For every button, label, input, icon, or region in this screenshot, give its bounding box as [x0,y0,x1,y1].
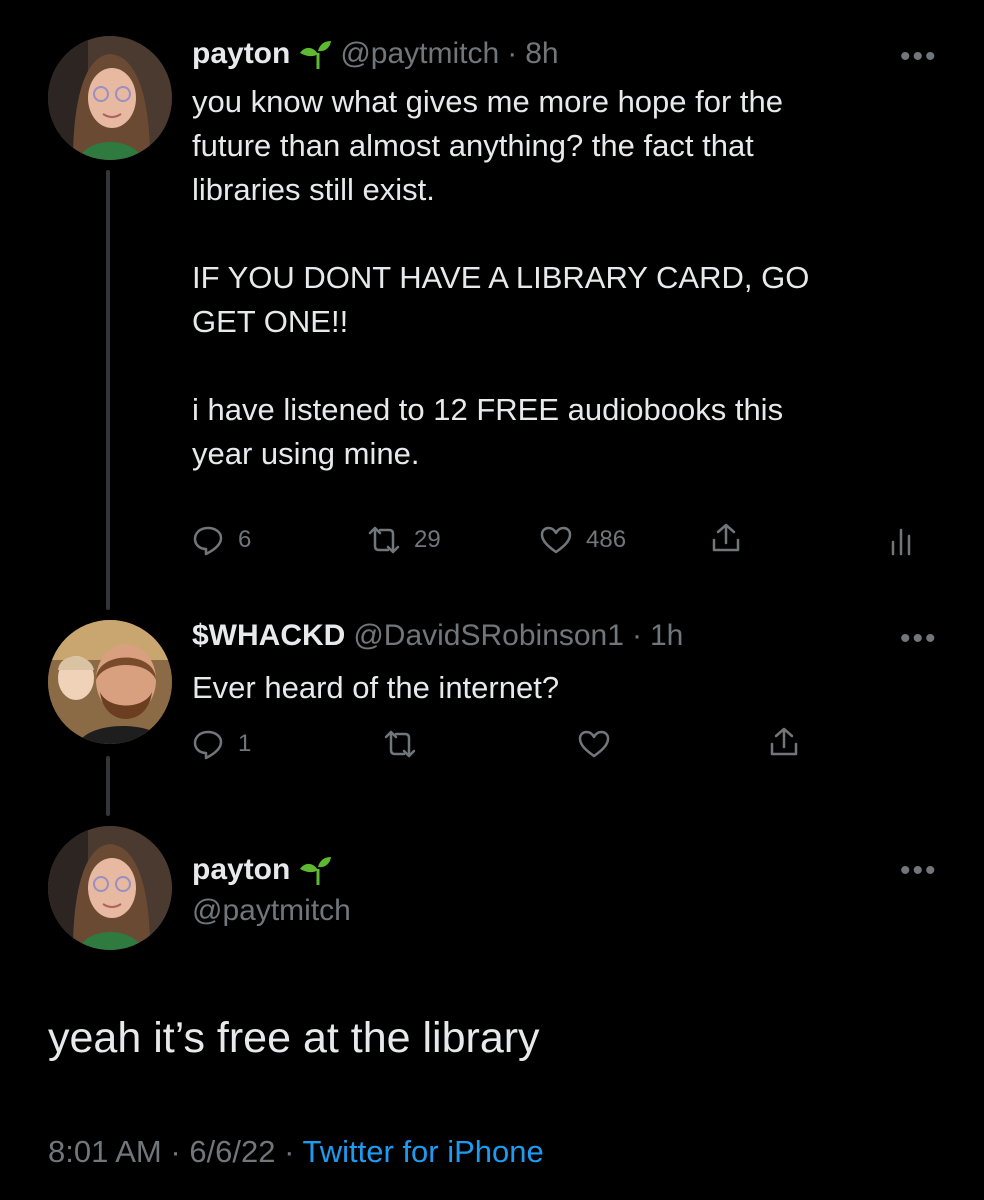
retweet-icon [384,730,416,758]
tweet-text: Ever heard of the internet? [192,670,560,705]
reply-icon [193,730,223,760]
tweet-source-link[interactable]: Twitter for iPhone [303,1134,544,1169]
display-name[interactable]: payton [192,37,290,71]
like-count: 486 [586,526,627,553]
display-name[interactable]: $WHACKD [192,619,345,653]
main-tweet-text: yeah it’s free at the library [48,1014,540,1062]
retweet-button[interactable]: 29 [368,524,441,556]
thread-line [106,756,110,816]
like-button[interactable] [578,728,610,760]
thread-line [106,170,110,610]
tweet-text: you know what gives me more hope for the… [192,84,810,471]
analytics-button[interactable] [888,524,920,556]
share-button[interactable] [710,522,742,554]
tweet-time[interactable]: 8:01 AM [48,1134,162,1169]
tweet-date[interactable]: 6/6/22 [189,1134,275,1169]
more-options-icon[interactable]: ••• [900,624,938,654]
avatar[interactable] [48,826,172,950]
reply-count: 1 [238,730,252,757]
like-button[interactable]: 486 [540,524,626,556]
more-options-icon[interactable]: ••• [900,42,938,72]
seedling-icon [300,41,332,69]
separator: · [631,619,642,652]
heart-icon [540,526,572,554]
user-handle[interactable]: @paytmitch [192,894,351,928]
share-icon [712,523,740,552]
timestamp[interactable]: 8h [525,37,558,71]
user-handle[interactable]: @paytmitch [340,37,499,71]
retweet-count: 29 [414,526,441,553]
share-button[interactable] [768,726,800,758]
reply-icon [193,526,223,556]
heart-icon [578,730,610,758]
analytics-icon [891,528,911,556]
seedling-icon [300,857,332,885]
share-icon [770,727,798,756]
tweet-header: payton @paytmitch · 8h [192,34,559,74]
more-options-icon[interactable]: ••• [900,856,938,886]
tweet-footer: 8:01 AM · 6/6/22 · Twitter for iPhone [48,1134,544,1170]
separator: · [507,37,518,70]
display-name[interactable]: payton [192,853,290,887]
reply-button[interactable]: 1 [192,728,251,760]
separator: · [170,1134,181,1169]
retweet-icon [368,526,400,554]
reply-button[interactable]: 6 [192,524,251,556]
user-handle[interactable]: @DavidSRobinson1 [353,619,624,653]
avatar[interactable] [48,36,172,160]
tweet-header: $WHACKD @DavidSRobinson1 · 1h [192,616,683,656]
timestamp[interactable]: 1h [650,619,683,653]
main-tweet-name-row: payton [192,850,332,890]
reply-count: 6 [238,526,252,553]
avatar[interactable] [48,620,172,744]
retweet-button[interactable] [384,728,416,760]
separator: · [284,1134,295,1169]
